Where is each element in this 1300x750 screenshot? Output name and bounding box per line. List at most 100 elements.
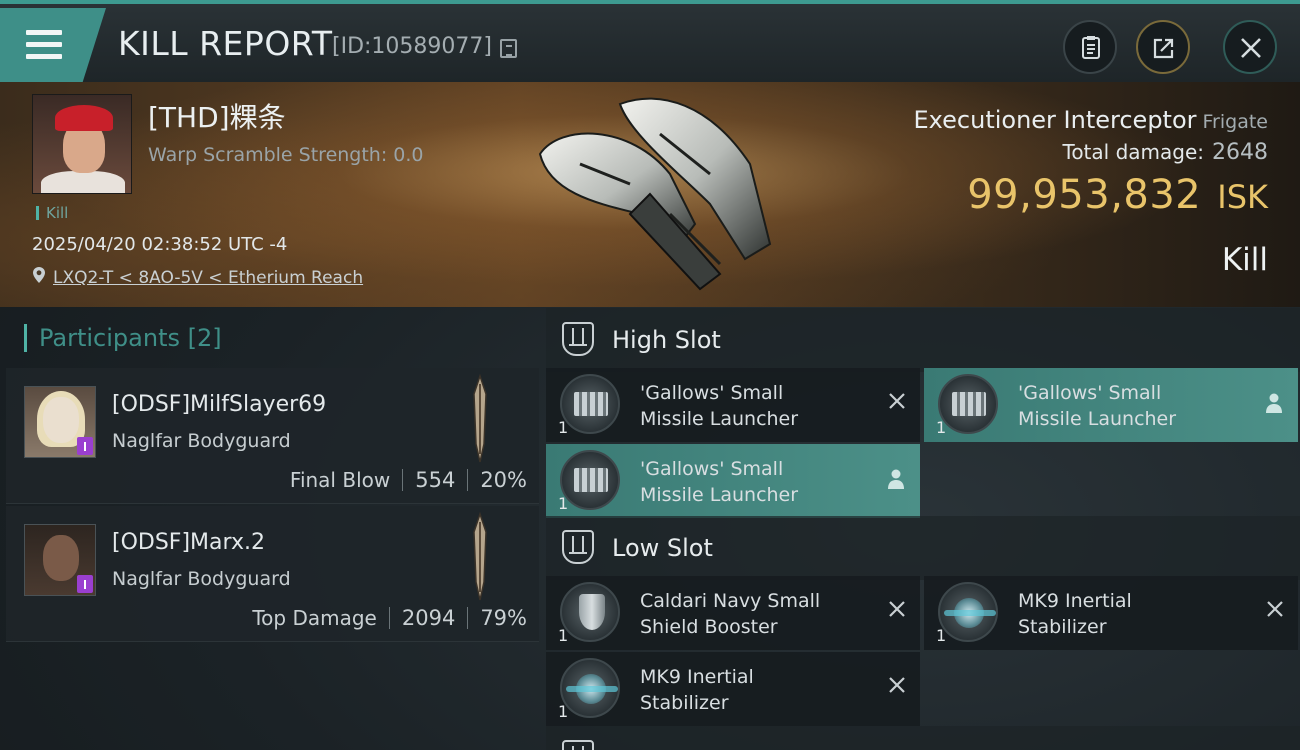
result-label: Kill [1221, 242, 1268, 278]
dropped-person-icon [1266, 393, 1282, 413]
destroyed-icon [889, 601, 905, 617]
item-name: 'Gallows' Small Missile Launcher [640, 380, 870, 432]
item-name-line1: MK9 Inertial [1018, 590, 1132, 612]
participant-ship: Naglfar Bodyguard [112, 430, 291, 452]
victim-name[interactable]: [THD]粿条 [148, 96, 286, 136]
item-name: MK9 Inertial Stabilizer [640, 664, 870, 716]
item-name-line1: 'Gallows' Small [640, 382, 784, 404]
low-slot-header: Low Slot [546, 516, 1300, 580]
isk-unit: ISK [1217, 178, 1268, 216]
participant-stats: Top Damage 2094 79% [252, 606, 527, 630]
hamburger-menu-icon [26, 30, 62, 60]
victim-ship-image [538, 97, 772, 291]
missile-launcher-icon [560, 450, 620, 510]
fitting-item[interactable]: 1 MK9 Inertial Stabilizer [546, 652, 920, 726]
missile-launcher-icon [938, 374, 998, 434]
item-name-line2: Shield Booster [640, 616, 778, 638]
dropped-person-icon [888, 469, 904, 489]
item-quantity: 1 [558, 626, 569, 645]
ship-class: Frigate [1202, 111, 1268, 133]
mid-slot-icon [562, 740, 594, 750]
info-badge-icon [77, 575, 93, 593]
fitting-item[interactable]: 1 'Gallows' Small Missile Launcher [924, 368, 1298, 442]
total-damage-value: 2648 [1212, 140, 1268, 165]
item-quantity: 1 [936, 418, 947, 437]
participant-ship-icon [473, 512, 487, 601]
item-name: 'Gallows' Small Missile Launcher [1018, 380, 1248, 432]
item-name: MK9 Inertial Stabilizer [1018, 588, 1248, 640]
participants-header[interactable]: Participants [2] [24, 324, 222, 352]
item-name-line2: Stabilizer [640, 692, 729, 714]
kill-datetime: 2025/04/20 02:38:52 UTC -4 [32, 234, 288, 255]
share-button[interactable] [1136, 20, 1190, 74]
item-quantity: 1 [558, 418, 569, 437]
participant-damage: 2094 [401, 606, 456, 630]
inertial-stabilizer-icon [560, 658, 620, 718]
item-name-line2: Stabilizer [1018, 616, 1107, 638]
isk-value: 99,953,832 [967, 172, 1202, 218]
participant-role: Top Damage [252, 606, 377, 630]
participant-percent: 20% [480, 468, 527, 492]
item-name-line1: 'Gallows' Small [640, 458, 784, 480]
participant-name: [ODSF]Marx.2 [112, 530, 265, 555]
participant-row[interactable]: [ODSF]MilfSlayer69 Naglfar Bodyguard Fin… [6, 368, 539, 504]
participant-percent: 79% [480, 606, 527, 630]
kill-report-id: [ID:10589077] [332, 34, 492, 59]
location-pin-icon [33, 267, 45, 283]
item-name-line1: Caldari Navy Small [640, 590, 821, 612]
item-name-line2: Missile Launcher [640, 484, 799, 506]
participant-damage: 554 [415, 468, 456, 492]
destroyed-icon [889, 393, 905, 409]
high-slot-icon [562, 322, 594, 356]
participant-ship: Naglfar Bodyguard [112, 568, 291, 590]
participant-name: [ODSF]MilfSlayer69 [112, 392, 327, 417]
warp-scramble-strength: Warp Scramble Strength: 0.0 [148, 144, 424, 166]
participant-avatar[interactable] [24, 386, 96, 458]
victim-banner: [THD]粿条 Warp Scramble Strength: 0.0 Kill… [0, 82, 1300, 307]
menu-button[interactable] [0, 8, 106, 82]
item-name-line2: Missile Launcher [640, 408, 799, 430]
item-quantity: 1 [558, 702, 569, 721]
participant-ship-icon [473, 374, 487, 463]
item-quantity: 1 [936, 626, 947, 645]
item-quantity: 1 [558, 494, 569, 513]
share-icon [1153, 38, 1174, 59]
item-name-line1: MK9 Inertial [640, 666, 754, 688]
close-icon [1241, 38, 1261, 58]
location-link[interactable]: LXQ2-T < 8AO-5V < Etherium Reach [53, 268, 363, 288]
kill-tag: Kill [36, 206, 68, 221]
info-badge-icon [77, 437, 93, 455]
clipboard-button[interactable] [1063, 20, 1117, 74]
item-name-line2: Missile Launcher [1018, 408, 1177, 430]
low-slot-label: Low Slot [612, 534, 713, 562]
total-damage-label: Total damage: [1062, 140, 1205, 164]
fitting-item[interactable]: 1 Caldari Navy Small Shield Booster [546, 576, 920, 650]
fitting-item[interactable]: 1 'Gallows' Small Missile Launcher [546, 368, 920, 442]
top-bar: KILL REPORT [ID:10589077] [0, 0, 1300, 82]
total-damage: Total damage: 2648 [1063, 140, 1269, 165]
participant-row[interactable]: [ODSF]Marx.2 Naglfar Bodyguard Top Damag… [6, 506, 539, 642]
item-name: 'Gallows' Small Missile Launcher [640, 456, 870, 508]
shield-booster-icon [560, 582, 620, 642]
low-slot-icon [562, 530, 594, 564]
high-slot-header: High Slot [546, 308, 1300, 372]
missile-launcher-icon [560, 374, 620, 434]
victim-avatar[interactable] [32, 94, 132, 194]
participant-role: Final Blow [289, 468, 391, 492]
destroyed-icon [889, 677, 905, 693]
item-name-line1: 'Gallows' Small [1018, 382, 1162, 404]
fitting-item[interactable]: 1 MK9 Inertial Stabilizer [924, 576, 1298, 650]
mid-slot-header [546, 726, 1300, 750]
clipboard-icon [1082, 36, 1100, 59]
close-button[interactable] [1223, 20, 1277, 74]
destroyed-icon [1267, 601, 1283, 617]
participant-avatar[interactable] [24, 524, 96, 596]
victim-ship-name[interactable]: Executioner Interceptor Frigate [914, 106, 1268, 134]
inertial-stabilizer-icon [938, 582, 998, 642]
copy-icon[interactable] [500, 39, 517, 58]
isk-value-row: 99,953,832 ISK [967, 172, 1268, 218]
ship-type: Executioner Interceptor [913, 106, 1197, 134]
participant-stats: Final Blow 554 20% [290, 468, 527, 492]
item-name: Caldari Navy Small Shield Booster [640, 588, 870, 640]
fitting-item[interactable]: 1 'Gallows' Small Missile Launcher [546, 444, 920, 518]
